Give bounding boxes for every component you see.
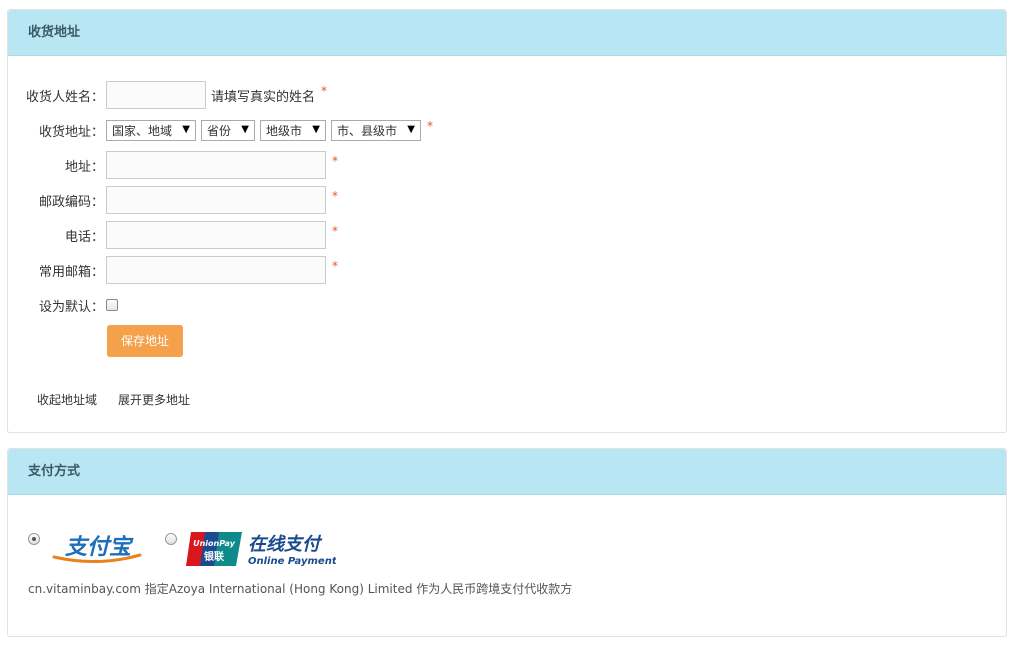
street-row: 地址： * xyxy=(8,151,338,179)
unionpay-radio[interactable] xyxy=(165,533,177,545)
required-mark: * xyxy=(332,259,338,273)
city-select[interactable]: 地级市 ▼ xyxy=(260,119,326,141)
unionpay-logo[interactable]: UnionPay 银联 在线支付 Online Payment xyxy=(186,529,338,569)
default-row: 设为默认： xyxy=(8,291,118,319)
name-label: 收货人姓名： xyxy=(25,89,104,105)
phone-row: 电话： * xyxy=(8,221,338,249)
payment-panel-title: 支付方式 xyxy=(8,449,1006,495)
collapse-address-link[interactable]: 收起地址域 xyxy=(37,391,97,408)
required-mark: * xyxy=(332,224,338,238)
email-row: 常用邮箱： * xyxy=(8,256,338,284)
save-address-button[interactable]: 保存地址 xyxy=(107,325,183,357)
name-input[interactable] xyxy=(106,81,206,109)
province-select[interactable]: 省份 ▼ xyxy=(201,119,255,141)
default-checkbox[interactable] xyxy=(106,299,118,311)
caret-down-icon: ▼ xyxy=(407,123,415,135)
postcode-input[interactable] xyxy=(106,186,326,214)
county-select-value: 市、县级市 xyxy=(337,123,398,138)
country-select[interactable]: 国家、地域 ▼ xyxy=(106,119,196,141)
unionpay-en-text: Online Payment xyxy=(248,556,336,567)
required-mark: * xyxy=(332,189,338,203)
caret-down-icon: ▼ xyxy=(312,123,320,135)
payment-panel: 支付方式 支付宝 UnionPay 银联 在线支付 Online Payment… xyxy=(7,448,1007,637)
name-hint: 请填写真实的姓名 xyxy=(211,89,316,105)
postcode-label: 邮政编码： xyxy=(38,194,104,210)
alipay-logo-text: 支付宝 xyxy=(65,534,134,560)
caret-down-icon: ▼ xyxy=(241,123,249,135)
name-row: 收货人姓名： 请填写真实的姓名 * xyxy=(8,81,327,109)
postcode-row: 邮政编码： * xyxy=(8,186,338,214)
alipay-radio[interactable] xyxy=(28,533,40,545)
street-label: 地址： xyxy=(64,159,104,175)
required-mark: * xyxy=(332,154,338,168)
address-panel: 收货地址 收货人姓名： 请填写真实的姓名 * 收货地址： 国家、地域 ▼ 省份 … xyxy=(7,9,1007,433)
unionpay-cn-text: 在线支付 xyxy=(248,534,323,555)
email-label: 常用邮箱： xyxy=(38,264,104,280)
required-mark: * xyxy=(427,119,433,133)
phone-input[interactable] xyxy=(106,221,326,249)
email-input[interactable] xyxy=(106,256,326,284)
caret-down-icon: ▼ xyxy=(182,123,190,135)
address-panel-title: 收货地址 xyxy=(8,10,1006,56)
phone-label: 电话： xyxy=(64,229,104,245)
default-label: 设为默认： xyxy=(38,299,104,315)
expand-address-link[interactable]: 展开更多地址 xyxy=(118,391,190,408)
city-select-value: 地级市 xyxy=(266,123,303,138)
unionpay-badge-cn: 银联 xyxy=(204,550,224,563)
unionpay-badge-text: UnionPay xyxy=(193,539,236,548)
required-mark: * xyxy=(321,84,328,98)
street-input[interactable] xyxy=(106,151,326,179)
region-label: 收货地址： xyxy=(38,124,104,140)
region-row: 收货地址： 国家、地域 ▼ 省份 ▼ 地级市 ▼ 市、县级市 ▼ * xyxy=(8,116,433,144)
county-select[interactable]: 市、县级市 ▼ xyxy=(331,119,421,141)
country-select-value: 国家、地域 xyxy=(112,123,173,138)
province-select-value: 省份 xyxy=(207,123,232,138)
payment-note: cn.vitaminbay.com 指定Azoya International … xyxy=(28,582,573,596)
alipay-logo[interactable]: 支付宝 xyxy=(48,527,148,567)
